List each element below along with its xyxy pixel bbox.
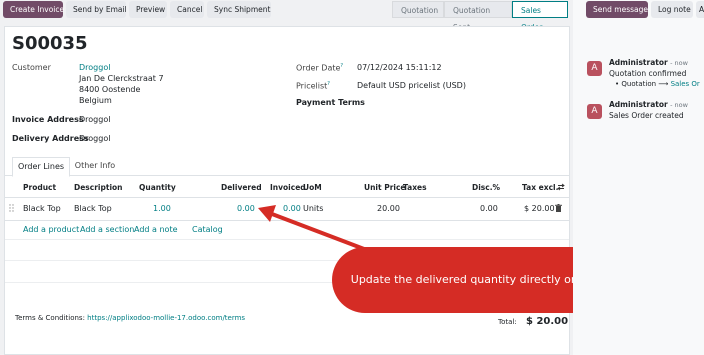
header-divider [5,197,569,198]
total-label: Total: [498,318,517,326]
send-message-button[interactable]: Send message [586,1,648,18]
column-settings-icon[interactable] [557,183,565,191]
log-note-button[interactable]: Log note [651,1,693,18]
catalog-link[interactable]: Catalog [192,225,223,234]
total-value: $ 20.00 [526,316,569,327]
col-tax-excl[interactable]: Tax excl. [522,183,558,192]
row-delivered[interactable]: 0.00 [237,204,255,213]
col-disc[interactable]: Disc.% [472,183,500,192]
invoice-address-label: Invoice Address [12,115,84,124]
invoice-address-field[interactable]: Droggol [79,115,110,124]
message-author: Administrator [609,58,668,67]
pricelist-field[interactable]: Default USD pricelist (USD) [357,81,466,90]
message-time: - now [670,101,688,109]
tab-order-lines[interactable]: Order Lines [12,157,70,177]
tracking-new: Sales Or [670,80,700,88]
cancel-button[interactable]: Cancel [170,1,204,18]
message-body: Sales Order created [609,111,684,120]
terms-label: Terms & Conditions: https://applixodoo-m… [15,314,245,322]
customer-label: Customer [12,63,51,72]
payment-terms-label: Payment Terms [296,98,365,107]
order-date-label-text: Order Date [296,63,341,73]
delivery-address-field[interactable]: Droggol [79,134,110,143]
stage-quotation-sent[interactable]: Quotation Sent [444,1,512,32]
col-uom[interactable]: UoM [303,183,322,192]
send-by-email-button[interactable]: Send by Email [66,1,127,18]
add-note-link[interactable]: Add a note [134,225,178,234]
delivery-address-label: Delivery Address [12,134,89,143]
customer-field[interactable]: Droggol [79,63,110,72]
col-product[interactable]: Product [23,183,56,192]
status-bar: Quotation Quotation Sent Sales Order [392,1,568,32]
row-description[interactable]: Black Top [74,204,112,213]
message-time: - now [670,59,688,67]
message-header: Administrator - now [609,100,688,109]
col-delivered[interactable]: Delivered [221,183,262,192]
address-line-2: 8400 Oostende [79,85,141,94]
address-line-3: Belgium [79,96,112,105]
arrow-icon: ⟶ [658,80,669,88]
stage-sales-order[interactable]: Sales Order [512,1,568,32]
order-date-field[interactable]: 07/12/2024 15:11:12 [357,63,442,72]
tabs-divider [5,175,569,176]
col-invoiced[interactable]: Invoiced [270,183,306,192]
row-unit-price[interactable]: 20.00 [377,204,400,213]
col-taxes[interactable]: Taxes [403,183,427,192]
activities-button[interactable]: A [696,1,704,18]
row-quantity[interactable]: 1.00 [153,204,171,213]
avatar: A [587,104,602,119]
add-section-link[interactable]: Add a section [80,225,134,234]
stage-quotation[interactable]: Quotation [392,1,444,18]
drag-handle-icon[interactable] [9,204,14,212]
message-header: Administrator - now [609,58,688,67]
address-line-1: Jan De Clerckstraat 7 [79,74,164,83]
col-description[interactable]: Description [74,183,123,192]
terms-label-text: Terms & Conditions: [15,314,85,322]
row-product[interactable]: Black Top [23,204,61,213]
chatter-panel: Send message Log note A A Administrator … [573,0,704,355]
row-invoiced[interactable]: 0.00 [283,204,301,213]
pricelist-label: Pricelist? [296,81,330,91]
help-mark[interactable]: ? [340,63,343,69]
col-quantity[interactable]: Quantity [139,183,176,192]
create-invoice-button[interactable]: Create Invoice [3,1,64,18]
bullet-icon: • [615,80,620,88]
table-empty-divider-1 [5,239,569,240]
col-unit-price[interactable]: Unit Price [364,183,406,192]
help-mark[interactable]: ? [327,81,330,87]
tab-other-info[interactable]: Other Info [69,157,121,175]
message-author: Administrator [609,100,668,109]
tracking-old: Quotation [621,80,657,88]
row-divider [5,220,569,221]
terms-link[interactable]: https://applixodoo-mollie-17.odoo.com/te… [87,314,245,322]
add-product-link[interactable]: Add a product [23,225,79,234]
row-disc[interactable]: 0.00 [480,204,498,213]
page-title: S00035 [12,33,88,54]
row-uom[interactable]: Units [303,204,323,213]
trash-icon[interactable] [555,204,562,212]
avatar: A [587,61,602,76]
row-tax-excl: $ 20.00 [524,204,555,213]
sync-shipment-button[interactable]: Sync Shipment [207,1,271,18]
message-body: Quotation confirmed [609,69,687,78]
pricelist-label-text: Pricelist [296,81,328,91]
order-date-label: Order Date? [296,63,343,73]
message-tracking: • Quotation ⟶ Sales Or [615,80,700,88]
preview-button[interactable]: Preview [129,1,167,18]
